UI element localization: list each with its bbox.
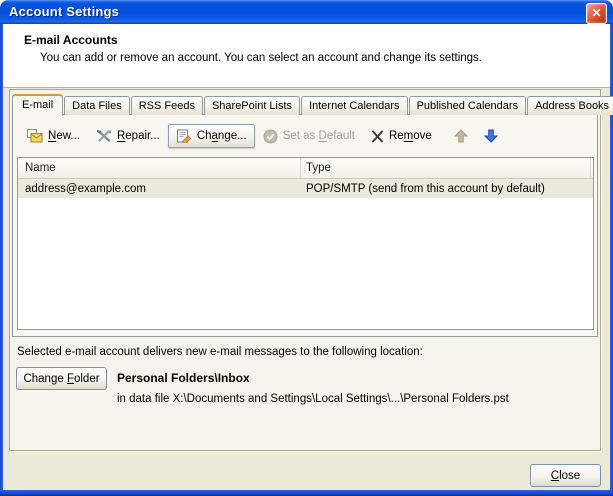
titlebar[interactable]: Account Settings ✕ [0, 0, 613, 24]
move-up-button[interactable] [446, 124, 476, 148]
remove-button[interactable]: Remove [363, 125, 440, 148]
header-title: E-mail Accounts [24, 33, 118, 47]
account-settings-dialog: Account Settings ✕ E-mail Accounts You c… [0, 0, 613, 496]
titlebar-close-button[interactable]: ✕ [586, 3, 607, 24]
tab-address-books[interactable]: Address Books [527, 96, 613, 115]
header-description: You can add or remove an account. You ca… [40, 52, 482, 64]
accounts-toolbar: New... Repair... [18, 122, 506, 150]
column-header-type[interactable]: Type [301, 158, 591, 178]
window-frame-bottom [0, 490, 613, 496]
close-button-label: Close [551, 470, 580, 482]
tab-published-calendars[interactable]: Published Calendars [409, 96, 527, 115]
account-type-cell: POP/SMTP (send from this account by defa… [301, 183, 591, 195]
accounts-list: Name Type address@example.com POP/SMTP (… [17, 157, 594, 330]
tab-internet-calendars[interactable]: Internet Calendars [301, 96, 408, 115]
remove-x-icon [371, 130, 384, 143]
repair-button-label: Repair... [117, 130, 160, 142]
close-icon: ✕ [591, 6, 601, 20]
tab-strip: E-mail Data Files RSS Feeds SharePoint L… [12, 92, 613, 115]
set-default-check-icon [263, 129, 278, 144]
arrow-down-icon [484, 129, 498, 143]
set-as-default-label: Set as Default [283, 130, 355, 142]
set-as-default-button[interactable]: Set as Default [255, 124, 363, 149]
delivery-location-note: Selected e-mail account delivers new e-m… [17, 346, 423, 358]
close-button[interactable]: Close [530, 464, 601, 487]
move-down-button[interactable] [476, 124, 506, 148]
window-title: Account Settings [9, 4, 119, 19]
window-frame-left [0, 24, 3, 496]
remove-button-label: Remove [389, 130, 432, 142]
change-button-label: Change... [197, 130, 247, 142]
data-file-path: in data file X:\Documents and Settings\L… [117, 393, 509, 405]
change-icon [176, 129, 192, 143]
main-panel: E-mail Data Files RSS Feeds SharePoint L… [9, 89, 601, 451]
tab-rss-feeds[interactable]: RSS Feeds [131, 96, 203, 115]
column-header-name[interactable]: Name [18, 158, 301, 178]
arrow-up-icon [454, 129, 468, 143]
change-folder-label: Change Folder [23, 373, 99, 385]
dialog-header: E-mail Accounts You can add or remove an… [3, 24, 610, 88]
tab-data-files[interactable]: Data Files [64, 96, 130, 115]
new-button-label: New... [48, 130, 80, 142]
change-button[interactable]: Change... [168, 124, 255, 148]
tab-page-email: New... Repair... [12, 114, 598, 337]
tab-sharepoint-lists[interactable]: SharePoint Lists [204, 96, 300, 115]
change-folder-button[interactable]: Change Folder [16, 367, 107, 390]
new-mail-icon [26, 129, 43, 143]
repair-button[interactable]: Repair... [88, 124, 168, 148]
new-account-button[interactable]: New... [18, 124, 88, 148]
repair-icon [96, 129, 112, 143]
tab-email[interactable]: E-mail [12, 94, 63, 116]
list-header: Name Type [18, 158, 593, 179]
account-row[interactable]: address@example.com POP/SMTP (send from … [18, 179, 593, 198]
account-name-cell: address@example.com [18, 183, 301, 195]
delivery-location: Personal Folders\Inbox [117, 371, 250, 385]
